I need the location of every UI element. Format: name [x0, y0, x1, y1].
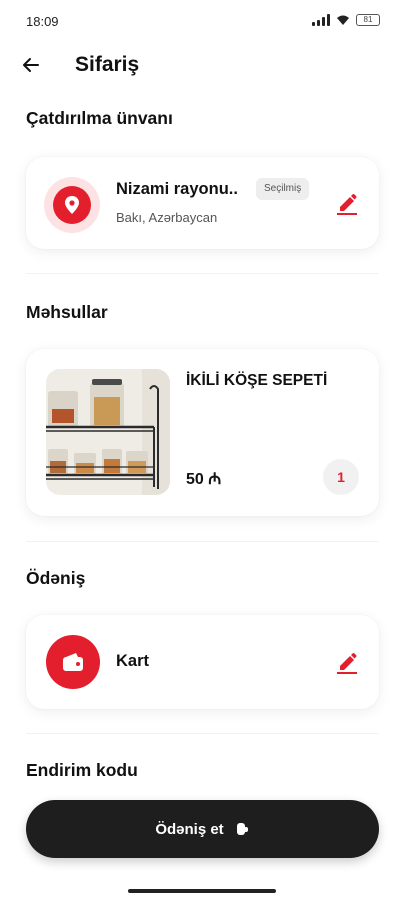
wifi-icon [337, 15, 349, 25]
payment-method-label: Kart [116, 652, 150, 670]
status-time: 18:09 [26, 14, 59, 29]
product-image [46, 369, 170, 495]
status-bar: 18:09 81 [0, 0, 404, 44]
pencil-icon [337, 194, 357, 215]
address-name: Nizami rayonu.. [116, 180, 238, 198]
hand-icon [236, 823, 248, 835]
pencil-icon [337, 653, 357, 674]
home-indicator[interactable] [128, 889, 276, 893]
location-pin-icon [53, 186, 91, 224]
address-section-title: Çatdırılma ünvanı [26, 108, 173, 128]
payment-section-title: Ödəniş [26, 568, 86, 588]
header: Sifariş [0, 44, 404, 88]
location-icon-bg [44, 177, 100, 233]
address-city: Bakı, Azərbaycan [116, 210, 218, 225]
selected-badge: Seçilmiş [256, 178, 310, 200]
pay-button[interactable]: Ödəniş et [26, 800, 379, 858]
divider [26, 733, 379, 734]
address-card[interactable]: Nizami rayonu.. Seçilmiş Bakı, Azərbayca… [26, 157, 379, 249]
battery-level: 81 [363, 15, 373, 24]
pay-button-label: Ödəniş et [155, 820, 224, 838]
status-icons: 81 [312, 14, 380, 26]
arrow-left-icon [23, 58, 39, 72]
payment-card[interactable]: Kart [26, 615, 379, 709]
quantity-badge[interactable]: 1 [323, 459, 359, 495]
wallet-icon [46, 635, 100, 689]
edit-address-button[interactable] [335, 191, 359, 215]
page-title: Sifariş [75, 53, 140, 76]
battery-icon: 81 [356, 14, 380, 26]
product-price: 50 ₼ [186, 471, 222, 488]
product-card[interactable]: İKİLİ KÖŞE SEPETİ 50 ₼ 1 [26, 349, 379, 516]
signal-icon [312, 14, 330, 26]
divider [26, 541, 379, 542]
back-button[interactable] [18, 52, 44, 78]
product-name: İKİLİ KÖŞE SEPETİ [186, 372, 328, 389]
edit-payment-button[interactable] [335, 650, 359, 674]
divider [26, 273, 379, 274]
products-section-title: Məhsullar [26, 302, 108, 322]
